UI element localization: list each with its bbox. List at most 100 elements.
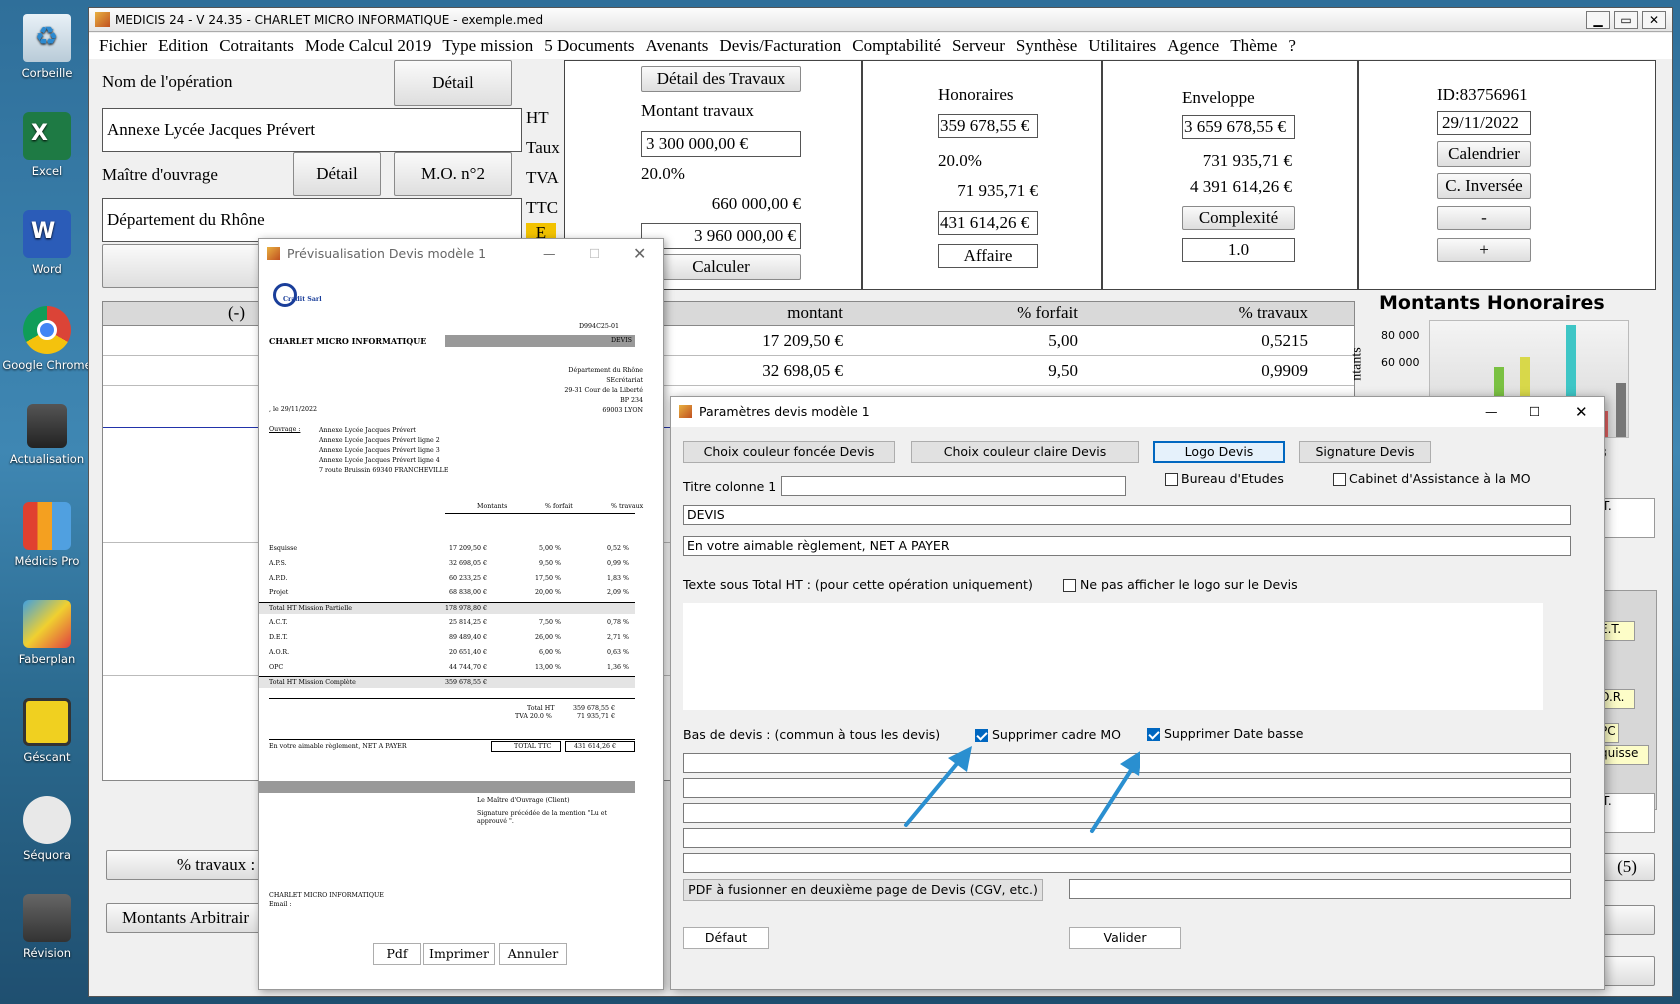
col1-input[interactable] [781, 476, 1126, 496]
card-terminal-icon [27, 404, 67, 448]
minimize-button[interactable]: — [543, 239, 556, 269]
devis-ref: D994C25-01 [579, 323, 620, 330]
affaire-button[interactable]: Affaire [938, 244, 1038, 268]
enveloppe-ht-field[interactable]: 3 659 678,55 € [1182, 115, 1295, 139]
menu-cotraitants[interactable]: Cotraitants [219, 36, 294, 55]
mo2-button[interactable]: M.O. n°2 [394, 152, 512, 196]
desktop-icon-gescant[interactable]: Géscant [2, 692, 92, 788]
menu-serveur[interactable]: Serveur [952, 36, 1005, 55]
close-button[interactable]: ✕ [1575, 397, 1588, 427]
close-button[interactable]: ✕ [1642, 11, 1666, 29]
mo-detail-button[interactable]: Détail [293, 152, 381, 196]
side-button[interactable] [1599, 956, 1655, 986]
side-field[interactable]: T. [1599, 793, 1655, 833]
plus-button[interactable]: + [1437, 238, 1531, 262]
app-icon [679, 405, 692, 418]
side-field[interactable]: T. [1599, 498, 1655, 538]
operation-detail-button[interactable]: Détail [394, 60, 512, 106]
devis-address: Département du Rhône SEcrétariat 29-31 Cou… [564, 367, 643, 414]
excel-icon: X [23, 112, 71, 160]
calculer-button[interactable]: Calculer [641, 254, 801, 280]
desktop-icon-revision[interactable]: Révision [2, 888, 92, 984]
minus-button[interactable]: - [1437, 206, 1531, 230]
travaux-montant-field[interactable]: 3 300 000,00 € [641, 131, 801, 157]
menu-theme[interactable]: Thème [1230, 36, 1277, 55]
date-field[interactable]: 29/11/2022 [1437, 111, 1531, 135]
menu-documents[interactable]: 5 Documents [544, 36, 634, 55]
devis-col-forfait: % forfait [545, 503, 573, 510]
menu-agence[interactable]: Agence [1167, 36, 1219, 55]
company-logo: Cradit Sarl [273, 283, 333, 315]
pdf-merge-button[interactable]: PDF à fusionner en deuxième page de Devi… [683, 879, 1043, 901]
desktop-icon-excel[interactable]: X Excel [2, 106, 92, 202]
menu-devis-facturation[interactable]: Devis/Facturation [719, 36, 841, 55]
desktop-icon-word[interactable]: W Word [2, 204, 92, 300]
honoraires-ht-field[interactable]: 359 678,55 € [938, 114, 1038, 138]
complexite-field[interactable]: 1.0 [1182, 238, 1295, 262]
preview-title: Prévisualisation Devis modèle 1 [287, 246, 487, 261]
travaux-ttc-field[interactable]: 3 960 000,00 € [641, 223, 801, 249]
devis-document: Cradit Sarl D994C25-01 CHARLET MICRO INF… [259, 269, 663, 919]
menu-synthese[interactable]: Synthèse [1016, 36, 1077, 55]
default-button[interactable]: Défaut [683, 927, 769, 949]
devis-cell-value: 17 209,50 € [448, 545, 487, 552]
logo-devis-button[interactable]: Logo Devis [1153, 441, 1285, 463]
texte-area[interactable] [683, 603, 1543, 710]
menu-edition[interactable]: Edition [158, 36, 208, 55]
signature-devis-button[interactable]: Signature Devis [1299, 441, 1431, 463]
honoraires-ttc-field[interactable]: 431 614,26 € [938, 211, 1038, 235]
desktop-icon-medicis[interactable]: Médicis Pro [2, 496, 92, 592]
menu-avenants[interactable]: Avenants [645, 36, 708, 55]
desktop-icon-sequora[interactable]: Séquora [2, 790, 92, 886]
print-button[interactable]: Imprimer [423, 943, 495, 965]
count-button[interactable]: (5) [1599, 853, 1655, 881]
no-logo-checkbox[interactable] [1063, 579, 1076, 592]
devis-cell-value: 9,50 % [538, 560, 561, 567]
esquisse-tag[interactable]: quisse [1599, 745, 1649, 765]
col-header-montant: montant [787, 303, 843, 322]
cancel-button[interactable]: Annuler [499, 943, 567, 965]
side-button[interactable] [1599, 905, 1655, 935]
chart-tick: 60 000 [1381, 356, 1420, 369]
c-inversee-button[interactable]: C. Inversée [1437, 173, 1531, 199]
dark-color-button[interactable]: Choix couleur foncée Devis [683, 441, 895, 463]
bureau-checkbox[interactable] [1165, 473, 1178, 486]
pdf-merge-input[interactable] [1069, 879, 1571, 899]
desktop-icon-recycle-bin[interactable]: ♻ Corbeille [2, 8, 92, 104]
menu-bar: Fichier Edition Cotraitants Mode Calcul 201… [89, 33, 1672, 59]
maximize-button[interactable]: ☐ [1529, 397, 1540, 427]
light-color-button[interactable]: Choix couleur claire Devis [911, 441, 1139, 463]
minimize-button[interactable]: — [1485, 397, 1498, 427]
date-basse-checkbox[interactable] [1147, 728, 1160, 741]
minimize-button[interactable]: ▁ [1586, 11, 1610, 29]
desktop-icon-actualisation[interactable]: Actualisation [2, 398, 92, 494]
pdf-button[interactable]: Pdf [373, 943, 421, 965]
honoraires-taux: 20.0% [938, 151, 982, 170]
cell-forfait: 9,50 [1048, 361, 1078, 380]
menu-fichier[interactable]: Fichier [99, 36, 147, 55]
reglement-input[interactable]: En votre aimable règlement, NET A PAYER [683, 536, 1571, 556]
menu-type-mission[interactable]: Type mission [442, 36, 533, 55]
complexite-button[interactable]: Complexité [1182, 206, 1295, 230]
devis-cell-value: 1,36 % [606, 664, 629, 671]
menu-utilitaires[interactable]: Utilitaires [1088, 36, 1156, 55]
maximize-button[interactable]: ▭ [1614, 11, 1638, 29]
col-header-minus[interactable]: (-) [228, 303, 245, 323]
desktop-icon-chrome[interactable]: Google Chrome [2, 300, 92, 396]
mo-name-field[interactable]: Département du Rhône [102, 198, 522, 242]
validate-button[interactable]: Valider [1069, 927, 1181, 949]
operation-name-field[interactable]: Annexe Lycée Jacques Prévert [102, 108, 522, 152]
bas-line-5[interactable] [683, 853, 1571, 873]
menu-help[interactable]: ? [1288, 36, 1296, 55]
close-button[interactable]: ✕ [633, 239, 646, 269]
menu-mode-calcul[interactable]: Mode Calcul 2019 [305, 36, 432, 55]
devis-title-input[interactable]: DEVIS [683, 505, 1571, 525]
desktop-icon-faberplan[interactable]: Faberplan [2, 594, 92, 690]
calendrier-button[interactable]: Calendrier [1437, 141, 1531, 167]
menu-comptabilite[interactable]: Comptabilité [852, 36, 941, 55]
travaux-detail-button[interactable]: Détail des Travaux [641, 66, 801, 92]
devis-row: OPC 44 744,70 € 13,00 % 1,36 % [259, 662, 635, 674]
chart-bar[interactable] [1616, 383, 1626, 437]
maximize-button[interactable]: ☐ [589, 239, 600, 269]
cabinet-checkbox[interactable] [1333, 473, 1346, 486]
